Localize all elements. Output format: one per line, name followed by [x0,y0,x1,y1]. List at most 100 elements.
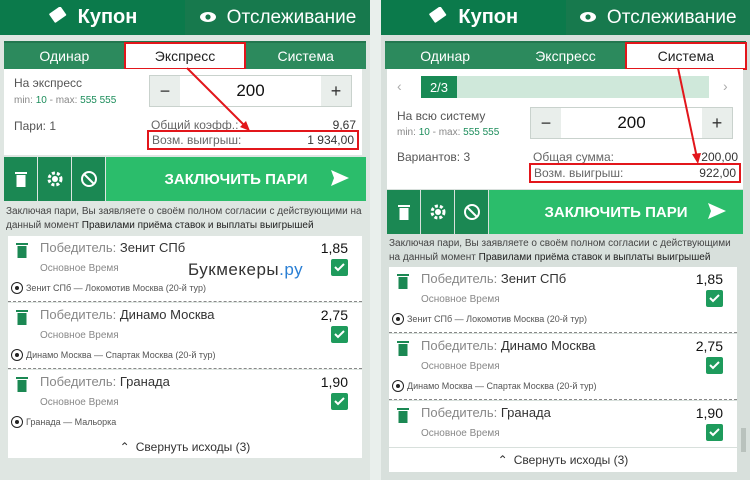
bet-title: Победитель: Гранада [40,374,170,389]
bet-title: Победитель: Гранада [421,405,551,420]
delete-all-button[interactable] [4,157,37,201]
trash-icon [397,408,409,423]
terms-text: Заключая пари, Вы заявляете о своём полн… [6,205,366,233]
bet-match: Динамо Москва — Спартак Москва (20-й тур… [26,350,216,360]
settings-button[interactable] [38,157,71,201]
bet-odds: 1,90 [695,405,723,421]
place-bet-button[interactable]: ЗАКЛЮЧИТЬ ПАРИ [489,190,743,234]
winner-label: Победитель: [40,374,117,389]
check-icon [334,330,345,339]
bet-checkbox[interactable] [706,424,723,441]
bet-match: Зенит СПб — Локомотив Москва (20-й тур) [26,283,206,293]
trash-icon [397,341,409,356]
team-name: Зенит СПб [119,240,186,255]
bet-period: Основное Время [421,361,500,372]
team-name: Гранада [119,374,170,389]
winner-label: Победитель: [40,240,117,255]
bet-odds: 2,75 [695,338,723,354]
bet-odds: 2,75 [320,307,348,323]
check-icon [709,428,720,437]
trash-icon [16,377,28,392]
watermark: Букмекеры.ру [188,260,303,280]
bet-item: Победитель: Зенит СПб 1,85 Основное Врем… [8,236,362,302]
soccer-ball-icon [11,349,23,361]
bet-checkbox[interactable] [331,259,348,276]
bet-item: Победитель: Гранада 1,90 Основное Время [389,401,737,447]
chevron-up-icon: ⌃ [497,453,508,467]
trash-icon [397,205,410,220]
bet-odds: 1,90 [320,374,348,390]
scrollbar[interactable] [741,428,746,452]
send-arrow-icon [331,170,349,186]
watermark-ru: .ру [279,260,304,279]
bet-checkbox[interactable] [331,393,348,410]
cancel-button[interactable] [72,157,105,201]
watermark-text: Букмекеры [188,260,280,279]
no-entry-icon [80,171,97,187]
bet-checkbox[interactable] [706,357,723,374]
soccer-ball-icon [392,313,404,325]
bet-odds: 1,85 [320,240,348,256]
action-bar: ЗАКЛЮЧИТЬ ПАРИ [4,157,366,201]
bet-period: Основное Время [40,397,119,408]
bet-match: Зенит СПб — Локомотив Москва (20-й тур) [407,314,587,324]
annotation-arrow [186,67,250,131]
bet-item: Победитель: Динамо Москва 2,75 Основное … [8,303,362,369]
collapse-outcomes-button[interactable]: ⌃ Свернуть исходы (3) [389,448,737,472]
bet-item: Победитель: Гранада 1,90 Основное Время … [8,370,362,436]
action-bar: ЗАКЛЮЧИТЬ ПАРИ [387,190,743,234]
collapse-outcomes-button[interactable]: ⌃ Свернуть исходы (3) [8,436,362,458]
winner-label: Победитель: [40,307,117,322]
gear-icon [430,204,445,220]
coupon-panel-system: Купон Отслеживание Одинар Экспресс Систе… [381,0,750,480]
terms-link[interactable]: Правилами приёма ставок и выплаты выигры… [479,252,711,263]
no-entry-icon [463,204,480,220]
winner-label: Победитель: [421,271,498,286]
bet-period: Основное Время [421,294,500,305]
bet-item: Победитель: Зенит СПб 1,85 Основное Врем… [389,267,737,333]
trash-icon [16,310,28,325]
bet-item: Победитель: Динамо Москва 2,75 Основное … [389,334,737,400]
team-name: Гранада [500,405,551,420]
bet-title: Победитель: Зенит СПб [40,240,185,255]
settings-button[interactable] [421,190,454,234]
panel-divider [370,0,381,480]
place-bet-button[interactable]: ЗАКЛЮЧИТЬ ПАРИ [106,157,366,201]
check-icon [709,294,720,303]
bet-checkbox[interactable] [331,326,348,343]
bet-period: Основное Время [40,330,119,341]
coupon-panel-express: Купон Отслеживание Одинар Экспресс Систе… [0,0,370,480]
soccer-ball-icon [11,416,23,428]
winner-label: Победитель: [421,338,498,353]
team-name: Динамо Москва [119,307,215,322]
annotation-arrow [677,67,701,164]
soccer-ball-icon [11,282,23,294]
trash-icon [397,274,409,289]
bet-odds: 1,85 [695,271,723,287]
send-arrow-icon [708,203,726,219]
team-name: Динамо Москва [500,338,596,353]
place-bet-label: ЗАКЛЮЧИТЬ ПАРИ [544,203,688,221]
check-icon [334,397,345,406]
bet-period: Основное Время [40,263,119,274]
chevron-up-icon: ⌃ [119,440,130,454]
trash-icon [16,243,28,258]
trash-icon [14,172,27,187]
delete-all-button[interactable] [387,190,420,234]
collapse-label: Свернуть исходы (3) [513,453,629,467]
collapse-label: Свернуть исходы (3) [135,440,251,454]
bet-title: Победитель: Динамо Москва [40,307,215,322]
soccer-ball-icon [392,380,404,392]
bet-match: Динамо Москва — Спартак Москва (20-й тур… [407,381,597,391]
bet-match: Гранада — Мальорка [26,417,117,427]
place-bet-label: ЗАКЛЮЧИТЬ ПАРИ [164,170,308,188]
check-icon [709,361,720,370]
terms-text: Заключая пари, Вы заявляете о своём полн… [389,237,739,265]
bet-title: Победитель: Динамо Москва [421,338,596,353]
cancel-button[interactable] [455,190,488,234]
bet-checkbox[interactable] [706,290,723,307]
winner-label: Победитель: [421,405,498,420]
team-name: Зенит СПб [500,271,567,286]
terms-link[interactable]: Правилами приёма ставок и выплаты выигры… [82,220,314,231]
bet-title: Победитель: Зенит СПб [421,271,566,286]
